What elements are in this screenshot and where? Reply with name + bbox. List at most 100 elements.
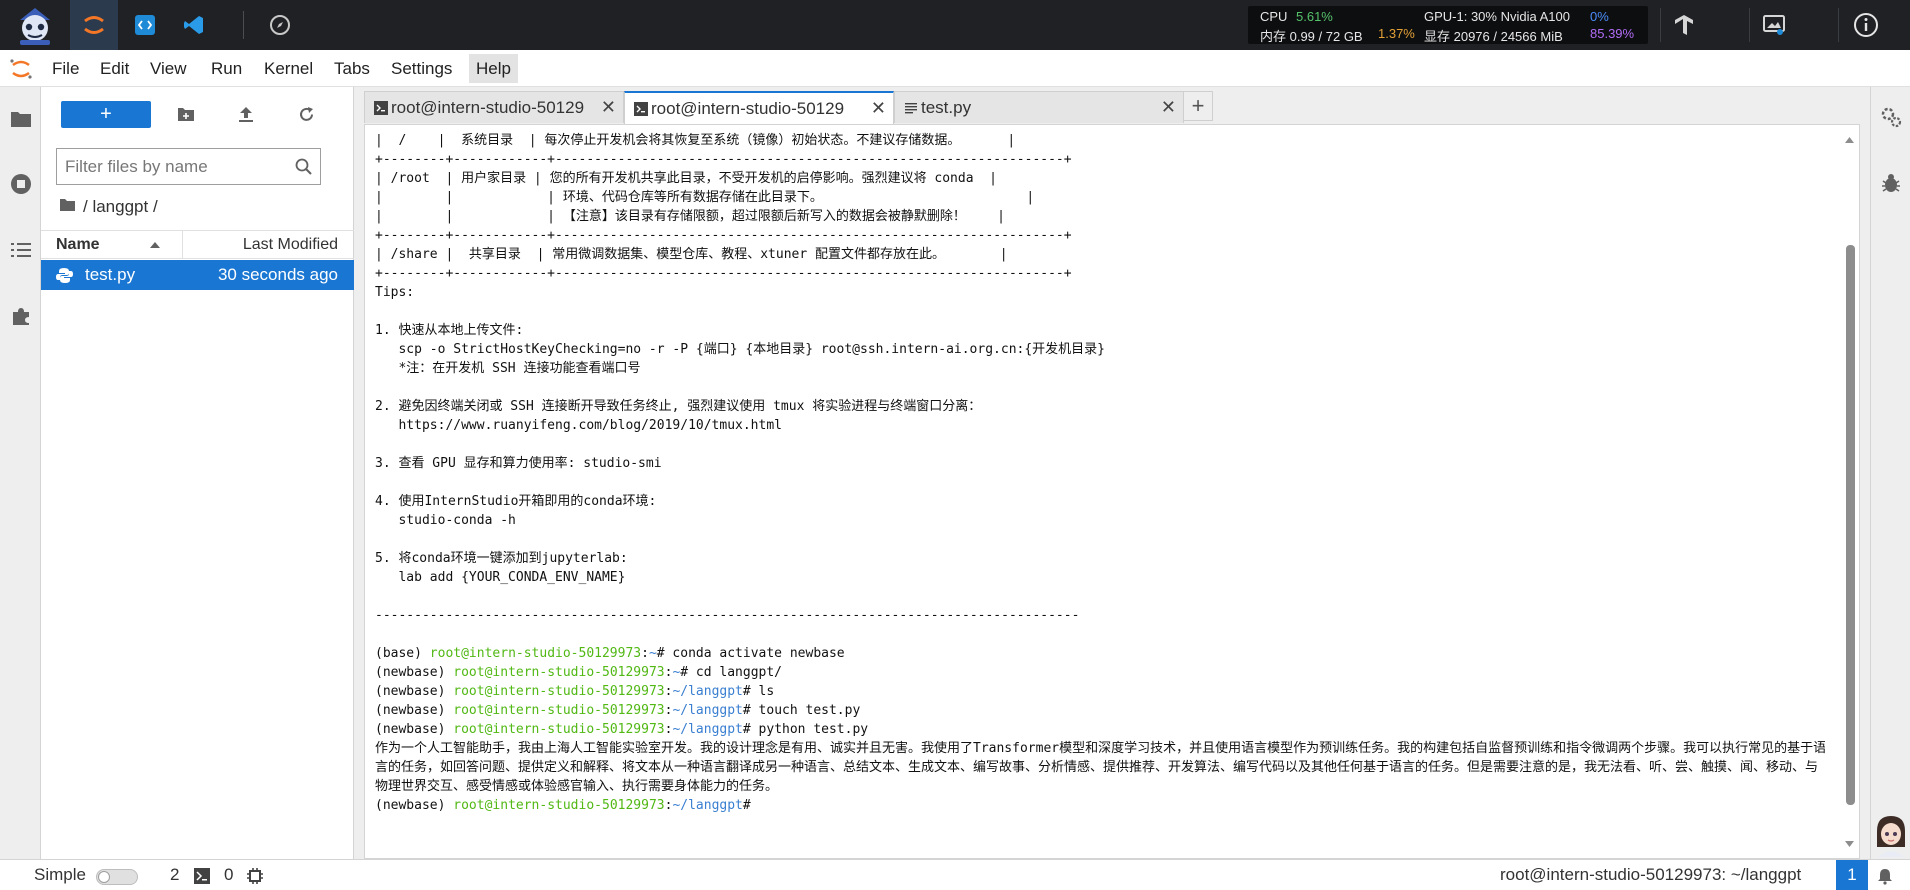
terminal-line: | /share | 共享目录 | 常用微调数据集、模型仓库、教程、xtuner… bbox=[375, 247, 1008, 262]
prompt-env: (base) bbox=[375, 646, 430, 661]
toolbar-divider bbox=[1838, 8, 1839, 42]
right-sidebar bbox=[1870, 87, 1910, 859]
menu-settings[interactable]: Settings bbox=[384, 54, 459, 83]
current-location: root@intern-studio-50129973: ~/langgpt bbox=[1500, 865, 1802, 884]
scroll-up-icon[interactable] bbox=[1844, 131, 1855, 149]
info-icon[interactable] bbox=[1842, 0, 1890, 50]
terminal-line: +--------+------------+-----------------… bbox=[375, 228, 1072, 243]
bell-icon[interactable] bbox=[1876, 867, 1894, 890]
prompt-path: ~/langgpt bbox=[672, 684, 743, 699]
prompt-user: root@intern-studio-50129973 bbox=[453, 665, 665, 680]
column-divider[interactable] bbox=[182, 231, 183, 259]
terminal-line: 5. 将conda环境一键添加到jupyterlab: bbox=[375, 551, 628, 566]
terminal-output[interactable]: | / | 系统目录 | 每次停止开发机会将其恢复至系统（镜像）初始状态。不建议… bbox=[375, 131, 1825, 831]
column-modified-header[interactable]: Last Modified bbox=[243, 236, 338, 254]
cpu-label: CPU bbox=[1260, 9, 1288, 24]
prompt-user: root@intern-studio-50129973 bbox=[429, 646, 642, 661]
jupyter-icon[interactable] bbox=[70, 0, 118, 50]
menu-bar: File Edit View Run Kernel Tabs Settings … bbox=[0, 50, 1910, 87]
prompt-env: (newbase) bbox=[375, 703, 454, 718]
tab-terminal-1[interactable]: root@intern-studio-50129 ✕ bbox=[364, 91, 624, 123]
code-server-icon[interactable] bbox=[121, 0, 169, 50]
cpu-usage: 5.61% bbox=[1296, 9, 1333, 24]
toolbar-divider bbox=[243, 11, 244, 39]
terminal-line: | | | 环境、代码仓库等所有数据存储在此目录下。 | bbox=[375, 190, 1035, 205]
close-icon[interactable]: ✕ bbox=[1161, 97, 1176, 118]
refresh-icon[interactable] bbox=[291, 101, 321, 128]
upload-icon[interactable] bbox=[231, 101, 261, 128]
scroll-down-icon[interactable] bbox=[1844, 835, 1855, 853]
prompt-path: ~ bbox=[648, 646, 657, 661]
prompt-command: # conda activate newbase bbox=[656, 646, 845, 661]
simple-mode-toggle[interactable] bbox=[96, 869, 138, 885]
tensorflow-icon[interactable] bbox=[1660, 0, 1708, 50]
new-folder-icon[interactable] bbox=[171, 101, 201, 128]
new-launcher-button[interactable]: + bbox=[61, 101, 151, 128]
gpu-label: GPU-1: 30% Nvidia A100 bbox=[1424, 9, 1570, 24]
prompt-command: # cd langgpt/ bbox=[680, 665, 783, 680]
tab-file[interactable]: test.py ✕ bbox=[894, 91, 1184, 123]
menu-view[interactable]: View bbox=[143, 54, 194, 83]
image-monitor-icon[interactable] bbox=[1750, 0, 1798, 50]
terminals-count[interactable]: 2 bbox=[170, 865, 179, 885]
terminal-line: studio-conda -h bbox=[375, 513, 516, 528]
terminal-line: ----------------------------------------… bbox=[375, 608, 1080, 623]
terminal-line: +--------+------------+-----------------… bbox=[375, 152, 1072, 167]
scrollbar[interactable] bbox=[1841, 125, 1859, 858]
prompt-command: # touch test.py bbox=[742, 703, 861, 718]
breadcrumb: / langgpt / bbox=[59, 195, 158, 219]
tab-terminal-2[interactable]: root@intern-studio-50129 ✕ bbox=[624, 91, 894, 124]
menu-edit[interactable]: Edit bbox=[93, 54, 136, 83]
menu-file[interactable]: File bbox=[45, 54, 86, 83]
terminal-icon[interactable] bbox=[194, 868, 210, 889]
prompt-user: root@intern-studio-50129973 bbox=[453, 722, 665, 737]
menu-tabs[interactable]: Tabs bbox=[327, 54, 377, 83]
breadcrumb-path[interactable]: / langgpt / bbox=[83, 197, 158, 217]
menu-kernel[interactable]: Kernel bbox=[257, 54, 320, 83]
property-inspector-gears-icon[interactable] bbox=[1871, 99, 1910, 135]
intern-robot-logo[interactable] bbox=[12, 4, 58, 46]
folder-icon[interactable] bbox=[59, 197, 76, 217]
table-of-contents-icon[interactable] bbox=[0, 230, 41, 270]
current-prompt-line: (newbase) root@intern-studio-50129973:~/… bbox=[375, 796, 1825, 815]
assistant-avatar[interactable] bbox=[1872, 813, 1910, 857]
notification-badge[interactable]: 1 bbox=[1836, 860, 1868, 890]
file-filter-input[interactable] bbox=[65, 156, 285, 178]
terminal-line: | / | 系统目录 | 每次停止开发机会将其恢复至系统（镜像）初始状态。不建议… bbox=[375, 133, 1016, 148]
kernel-chip-icon[interactable] bbox=[246, 867, 264, 890]
column-name-header[interactable]: Name bbox=[56, 236, 100, 254]
menu-run[interactable]: Run bbox=[204, 54, 249, 83]
close-icon[interactable]: ✕ bbox=[871, 98, 886, 119]
kernels-count[interactable]: 0 bbox=[224, 865, 233, 885]
memory-label: 内存 0.99 / 72 GB bbox=[1260, 29, 1363, 44]
terminal-line: +--------+------------+-----------------… bbox=[375, 266, 1072, 281]
sort-ascending-icon[interactable] bbox=[149, 237, 161, 255]
compass-icon[interactable] bbox=[256, 0, 304, 50]
debugger-bug-icon[interactable] bbox=[1871, 165, 1910, 201]
menu-help[interactable]: Help bbox=[469, 54, 518, 83]
extensions-puzzle-icon[interactable] bbox=[0, 296, 41, 336]
terminal-icon bbox=[374, 100, 388, 120]
close-icon[interactable]: ✕ bbox=[601, 97, 616, 118]
scrollbar-thumb[interactable] bbox=[1846, 245, 1855, 805]
prompt-path: ~/langgpt bbox=[672, 703, 743, 718]
terminal-line: lab add {YOUR_CONDA_ENV_NAME} bbox=[375, 570, 626, 585]
terminal-panel[interactable]: | / | 系统目录 | 每次停止开发机会将其恢复至系统（镜像）初始状态。不建议… bbox=[364, 124, 1860, 859]
file-row[interactable]: test.py 30 seconds ago bbox=[41, 260, 354, 290]
vscode-icon[interactable] bbox=[170, 0, 218, 50]
tab-label: test.py bbox=[921, 98, 972, 117]
status-bar: Simple 2 0 root@intern-studio-50129973: … bbox=[0, 859, 1910, 890]
top-toolbar: CPU 5.61% 内存 0.99 / 72 GB 1.37% GPU-1: 3… bbox=[0, 0, 1910, 50]
running-sessions-icon[interactable] bbox=[0, 164, 41, 204]
prompt-env: (newbase) bbox=[375, 798, 454, 813]
add-tab-button[interactable]: + bbox=[1183, 91, 1213, 121]
file-browser-panel: + / langgpt / Name Last Modified bbox=[41, 87, 354, 859]
prompt-command: # python test.py bbox=[742, 722, 869, 737]
prompt-user: root@intern-studio-50129973 bbox=[453, 798, 665, 813]
program-output: 作为一个人工智能助手，我由上海人工智能实验室开发。我的设计理念是有用、诚实并且无… bbox=[375, 741, 1825, 794]
prompt-env: (newbase) bbox=[375, 665, 454, 680]
folder-icon[interactable] bbox=[0, 99, 41, 139]
